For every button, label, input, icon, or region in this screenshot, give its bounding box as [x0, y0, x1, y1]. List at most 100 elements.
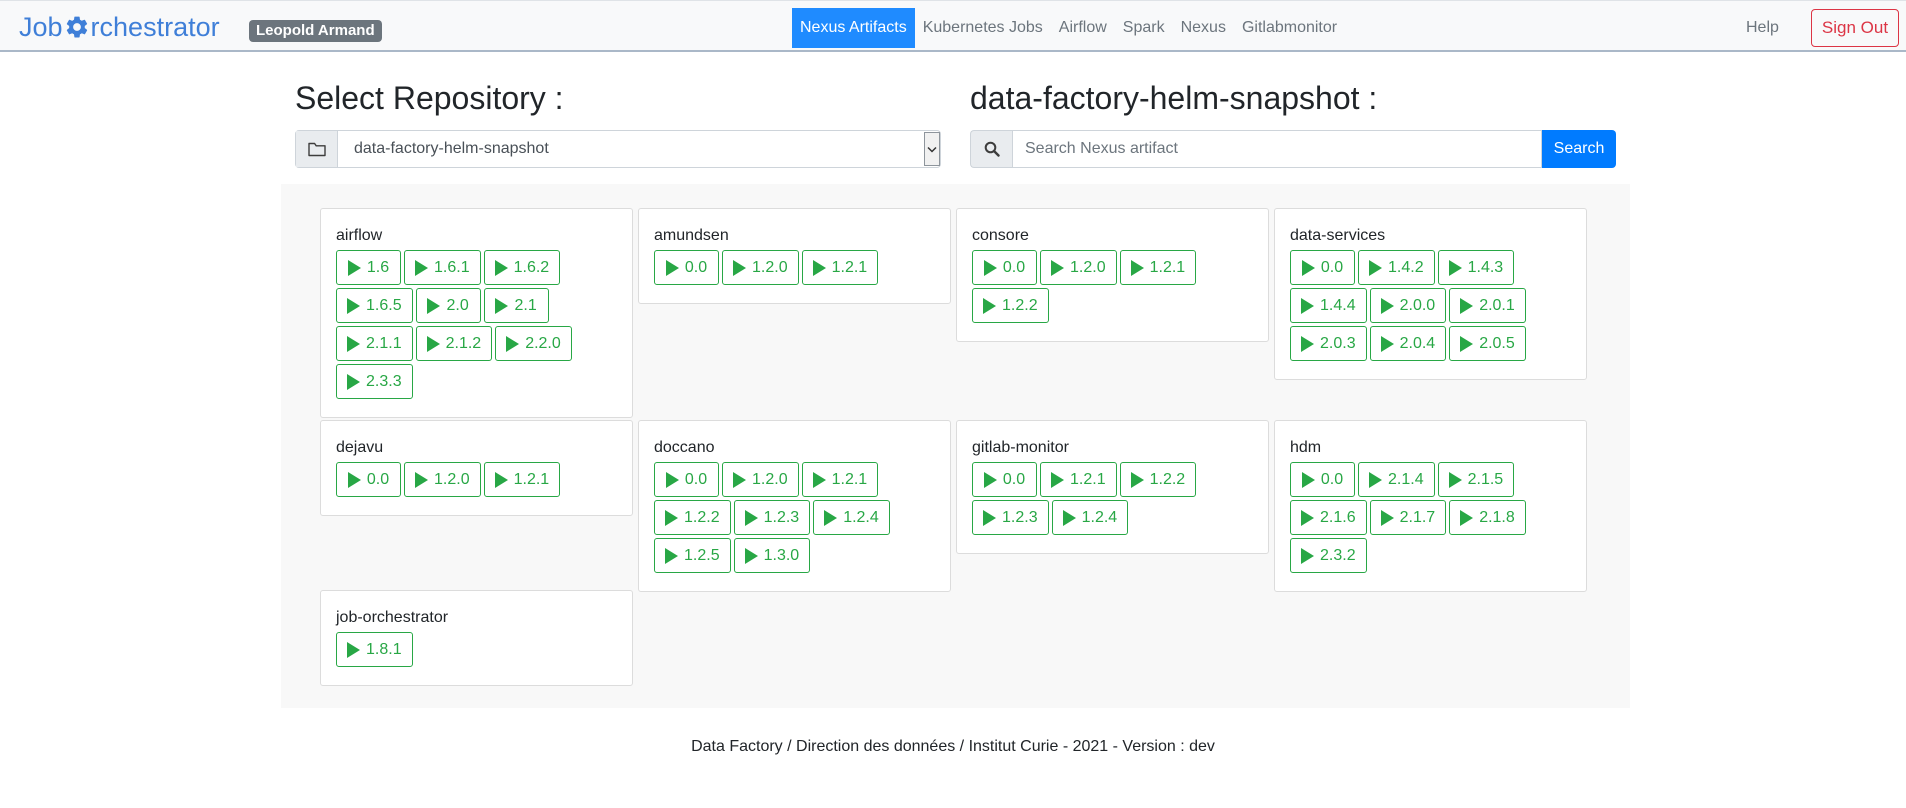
repository-select[interactable]: data-factory-helm-snapshot	[295, 130, 941, 168]
version-button[interactable]: 2.1.1	[336, 326, 413, 361]
version-button[interactable]: 1.2.2	[1119, 462, 1197, 497]
nav-gitlabmonitor[interactable]: Gitlabmonitor	[1234, 8, 1345, 48]
version-button[interactable]: 1.6.2	[483, 250, 561, 285]
help-link[interactable]: Help	[1746, 8, 1779, 48]
nav-nexus[interactable]: Nexus	[1173, 8, 1234, 48]
nav-nexus-artifacts[interactable]: Nexus Artifacts	[792, 8, 915, 48]
search-icon	[970, 130, 1012, 168]
version-button[interactable]: 1.6.5	[336, 288, 413, 323]
version-button[interactable]: 1.2.2	[972, 288, 1049, 323]
version-button[interactable]: 1.2.3	[733, 500, 811, 535]
play-icon	[1301, 335, 1314, 352]
play-icon	[733, 259, 746, 276]
main-nav: Nexus Artifacts Kubernetes Jobs Airflow …	[792, 8, 1345, 48]
play-icon	[983, 297, 996, 314]
version-button[interactable]: 1.6	[336, 250, 401, 285]
user-badge: Leopold Armand	[249, 20, 382, 42]
version-button[interactable]: 0.0	[654, 462, 719, 497]
version-button[interactable]: 2.0.4	[1369, 326, 1447, 361]
version-button[interactable]: 1.8.1	[336, 632, 413, 667]
version-button[interactable]: 1.2.0	[722, 462, 799, 497]
artifact-card-doccano: doccano 0.0 1.2.0 1.2.1 1.2.2 1.2.3 1.2.…	[638, 420, 951, 592]
play-icon	[1301, 471, 1315, 488]
version-button[interactable]: 1.2.1	[483, 462, 561, 497]
version-button[interactable]: 2.1.5	[1437, 462, 1515, 497]
play-icon	[824, 509, 838, 526]
version-button[interactable]: 1.2.0	[722, 250, 799, 285]
version-button[interactable]: 0.0	[972, 462, 1037, 497]
artifact-card-dejavu: dejavu 0.0 1.2.0 1.2.1	[320, 420, 633, 516]
play-icon	[812, 471, 826, 488]
artifact-name: hdm	[1290, 439, 1322, 456]
artifact-card-amundsen: amundsen 0.0 1.2.0 1.2.1	[638, 208, 951, 304]
version-button[interactable]: 0.0	[972, 250, 1037, 285]
search-input[interactable]	[1012, 130, 1542, 168]
version-button[interactable]: 1.2.1	[1040, 462, 1117, 497]
repository-select-value[interactable]: data-factory-helm-snapshot	[338, 131, 924, 167]
artifact-name: gitlab-monitor	[972, 439, 1069, 456]
version-button[interactable]: 1.2.1	[801, 462, 879, 497]
version-button[interactable]: 1.4.4	[1290, 288, 1367, 323]
version-list: 0.0 1.2.0 1.2.1 1.2.2	[972, 250, 1262, 326]
play-icon	[1380, 509, 1394, 526]
version-button[interactable]: 0.0	[1290, 462, 1355, 497]
version-button[interactable]: 1.2.4	[1051, 500, 1129, 535]
version-button[interactable]: 1.4.2	[1358, 250, 1435, 285]
version-button[interactable]: 2.0	[415, 288, 481, 323]
version-list: 0.0 2.1.4 2.1.5 2.1.6 2.1.7 2.1.8 2.3.2	[1290, 462, 1580, 576]
version-button[interactable]: 2.1	[483, 288, 549, 323]
play-icon	[1460, 509, 1474, 526]
version-button[interactable]: 2.0.0	[1369, 288, 1447, 323]
version-button[interactable]: 2.1.6	[1290, 500, 1367, 535]
version-button[interactable]: 2.0.5	[1449, 326, 1526, 361]
version-list: 0.0 1.2.0 1.2.1	[654, 250, 944, 288]
version-button[interactable]: 2.1.7	[1369, 500, 1447, 535]
version-button[interactable]: 2.3.2	[1290, 538, 1367, 573]
version-button[interactable]: 1.2.1	[801, 250, 879, 285]
sign-out-button[interactable]: Sign Out	[1811, 9, 1899, 47]
play-icon	[665, 547, 678, 564]
version-button[interactable]: 1.2.5	[654, 538, 731, 573]
version-button[interactable]: 1.3.0	[733, 538, 811, 573]
play-icon	[495, 297, 509, 314]
nav-airflow[interactable]: Airflow	[1051, 8, 1115, 48]
artifact-name: job-orchestrator	[336, 609, 449, 626]
chevron-down-icon[interactable]	[924, 132, 940, 166]
artifact-card-gitlab-monitor: gitlab-monitor 0.0 1.2.1 1.2.2 1.2.3 1.2…	[956, 420, 1269, 554]
version-button[interactable]: 1.2.4	[813, 500, 890, 535]
play-icon	[1380, 335, 1394, 352]
version-button[interactable]: 2.0.3	[1290, 326, 1367, 361]
version-list: 1.6 1.6.1 1.6.2 1.6.5 2.0 2.1 2.1.1 2.1.…	[336, 250, 626, 402]
artifact-name: consore	[972, 227, 1029, 244]
version-button[interactable]: 1.2.0	[1040, 250, 1117, 285]
version-button[interactable]: 1.2.1	[1119, 250, 1197, 285]
nav-spark[interactable]: Spark	[1115, 8, 1173, 48]
play-icon	[983, 259, 997, 276]
version-button[interactable]: 2.0.1	[1449, 288, 1526, 323]
version-list: 1.8.1	[336, 632, 626, 670]
play-icon	[1380, 297, 1394, 314]
artifact-card-job-orchestrator: job-orchestrator 1.8.1	[320, 590, 633, 686]
version-button[interactable]: 0.0	[336, 462, 401, 497]
version-button[interactable]: 1.2.2	[654, 500, 731, 535]
version-button[interactable]: 0.0	[1290, 250, 1355, 285]
version-button[interactable]: 2.3.3	[336, 364, 413, 399]
version-button[interactable]: 2.1.2	[415, 326, 493, 361]
version-button[interactable]: 0.0	[654, 250, 719, 285]
play-icon	[983, 509, 996, 526]
version-button[interactable]: 1.4.3	[1437, 250, 1515, 285]
version-button[interactable]: 2.1.8	[1449, 500, 1526, 535]
version-button[interactable]: 1.2.3	[972, 500, 1049, 535]
play-icon	[665, 509, 678, 526]
version-button[interactable]: 1.2.0	[404, 462, 481, 497]
brand-text-end: rchestrator	[90, 12, 220, 42]
version-button[interactable]: 2.2.0	[495, 326, 572, 361]
version-button[interactable]: 1.6.1	[404, 250, 481, 285]
version-button[interactable]: 2.1.4	[1358, 462, 1435, 497]
app-brand[interactable]: Job rchestrator	[19, 12, 220, 42]
brand-text-start: Job	[19, 12, 63, 42]
play-icon	[733, 471, 746, 488]
artifact-search: Search	[970, 130, 1616, 168]
nav-kubernetes-jobs[interactable]: Kubernetes Jobs	[915, 8, 1051, 48]
search-button[interactable]: Search	[1542, 130, 1616, 168]
